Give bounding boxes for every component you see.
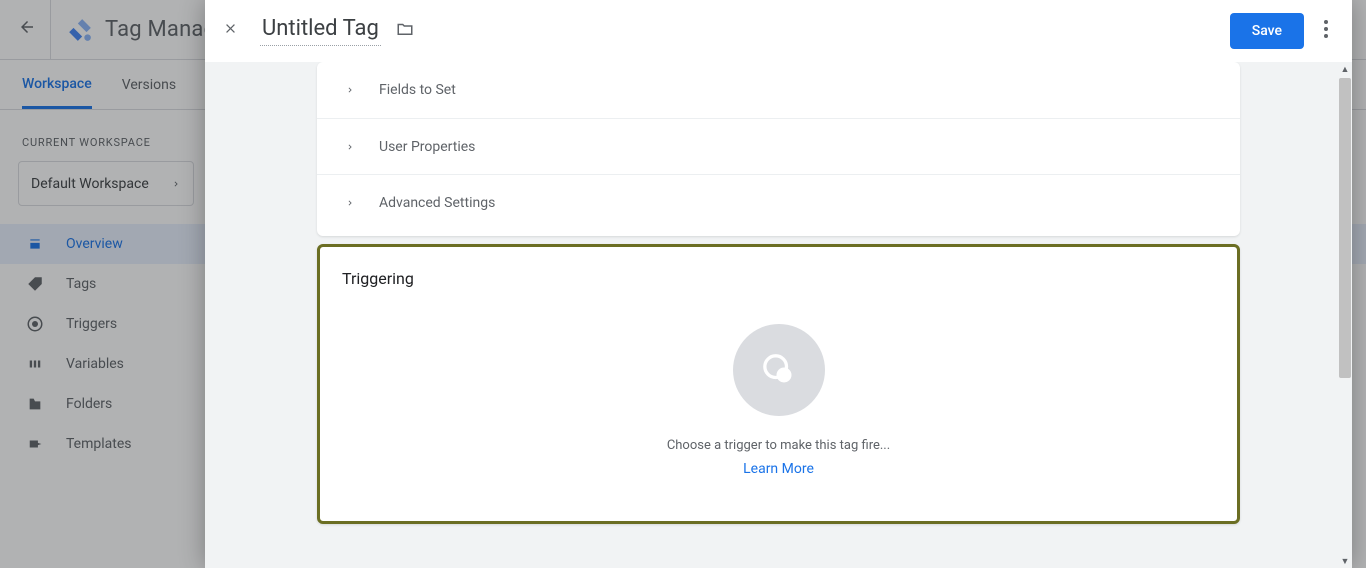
folder-icon[interactable] [395, 20, 415, 42]
chevron-right-icon [345, 198, 355, 208]
scroll-down-icon[interactable]: ▼ [1338, 554, 1352, 568]
triggering-hint: Choose a trigger to make this tag fire..… [667, 438, 890, 453]
save-button[interactable]: Save [1230, 13, 1304, 49]
scroll-up-icon[interactable]: ▲ [1338, 62, 1352, 76]
learn-more-link[interactable]: Learn More [743, 461, 814, 477]
row-label: User Properties [379, 139, 475, 155]
triggering-empty-state: Choose a trigger to make this tag fire..… [320, 288, 1237, 521]
expand-advanced-settings[interactable]: Advanced Settings [317, 174, 1240, 230]
tag-editor-panel: Untitled Tag Save Fields to Set User Pro… [205, 0, 1352, 568]
expand-fields-to-set[interactable]: Fields to Set [317, 62, 1240, 118]
section-title: Triggering [320, 247, 1237, 288]
expand-user-properties[interactable]: User Properties [317, 118, 1240, 174]
scroll-thumb[interactable] [1339, 78, 1351, 378]
tag-name-input[interactable]: Untitled Tag [260, 16, 381, 46]
scrollbar[interactable]: ▲ ▼ [1338, 62, 1352, 568]
tag-config-card: Fields to Set User Properties Advanced S… [317, 62, 1240, 236]
add-trigger-icon[interactable] [733, 324, 825, 416]
row-label: Advanced Settings [379, 195, 495, 211]
chevron-right-icon [345, 142, 355, 152]
chevron-right-icon [345, 85, 355, 95]
panel-body: Fields to Set User Properties Advanced S… [205, 62, 1352, 568]
more-menu-icon[interactable] [1318, 14, 1334, 48]
triggering-card[interactable]: Triggering Choose a trigger to make this… [317, 244, 1240, 524]
row-label: Fields to Set [379, 82, 456, 98]
panel-header: Untitled Tag Save [205, 0, 1352, 62]
close-icon[interactable] [223, 21, 238, 41]
